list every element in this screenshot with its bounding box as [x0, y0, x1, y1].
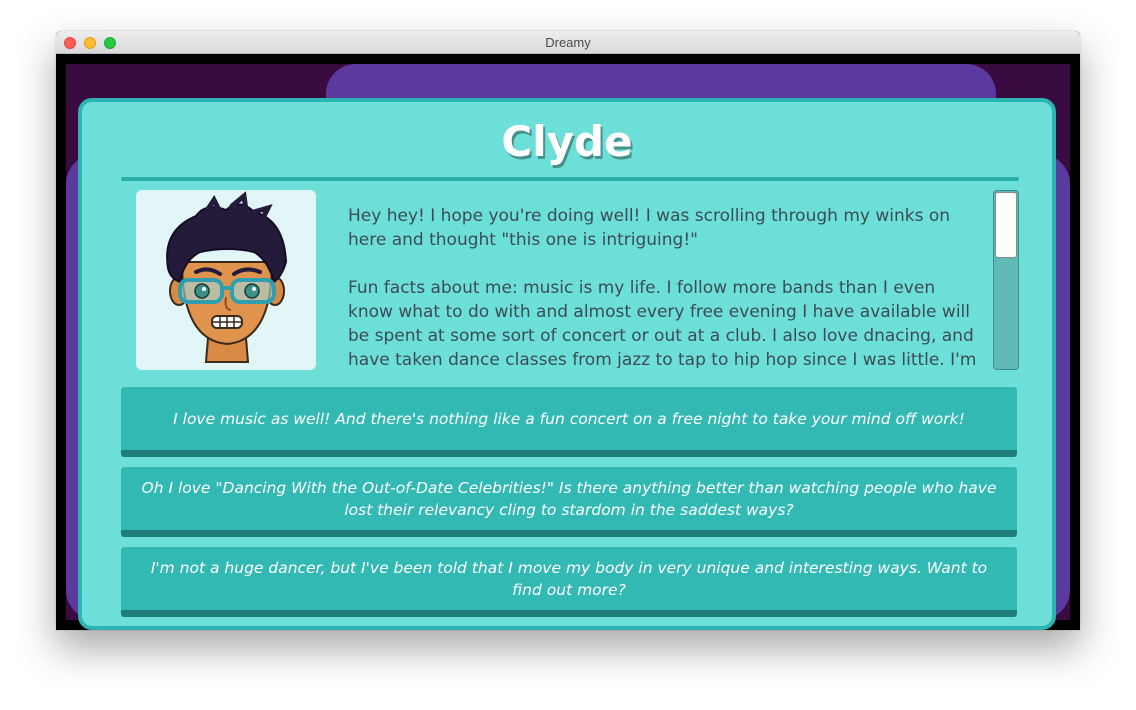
bio-paragraph: Hey hey! I hope you're doing well! I was…: [348, 206, 951, 250]
avatar: [136, 190, 316, 370]
bio-scrollbar[interactable]: [993, 190, 1019, 370]
app-window: Dreamy Clyde Hey hey! I hope you're doin…: [56, 31, 1080, 630]
bio-text: Hey hey! I hope you're doing well! I was…: [348, 204, 984, 368]
reply-option-3[interactable]: I'm not a huge dancer, but I've been tol…: [121, 547, 1017, 617]
bio-paragraph: Fun facts about me: music is my life. I …: [348, 278, 977, 368]
divider: [121, 177, 1019, 181]
profile-panel: Clyde Hey hey! I hope you're doing well!…: [78, 98, 1056, 630]
reply-option-1[interactable]: I love music as well! And there's nothin…: [121, 387, 1017, 457]
reply-option-2[interactable]: Oh I love "Dancing With the Out-of-Date …: [121, 467, 1017, 537]
game-canvas: Clyde Hey hey! I hope you're doing well!…: [56, 54, 1080, 630]
reply-option-label: I'm not a huge dancer, but I've been tol…: [150, 558, 988, 599]
profile-name: Clyde: [501, 117, 633, 166]
avatar-portrait: [166, 191, 288, 363]
window-title: Dreamy: [545, 35, 591, 50]
title-bar[interactable]: Dreamy: [56, 31, 1080, 54]
reply-option-label: Oh I love "Dancing With the Out-of-Date …: [141, 478, 997, 519]
scrollbar-thumb[interactable]: [995, 192, 1017, 258]
reply-option-label: I love music as well! And there's nothin…: [173, 409, 965, 428]
